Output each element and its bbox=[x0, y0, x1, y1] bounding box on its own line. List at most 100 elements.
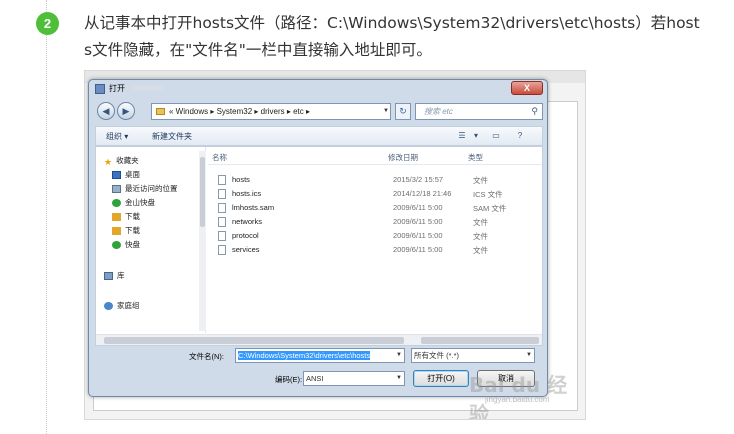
sidebar-item-download-2[interactable]: 下载 bbox=[112, 225, 140, 236]
filename-value: C:\Windows\System32\drivers\etc\hosts bbox=[238, 351, 371, 360]
horizontal-scrollbar[interactable] bbox=[96, 334, 542, 345]
view-options-icon[interactable]: ☰ bbox=[456, 130, 468, 141]
step-instruction: 从记事本中打开hosts文件（路径：C:\Windows\System32\dr… bbox=[84, 10, 724, 64]
back-button[interactable]: ◀ bbox=[97, 102, 115, 120]
file-icon bbox=[218, 245, 226, 255]
scrollbar-thumb[interactable] bbox=[421, 337, 539, 344]
sidebar-item-kuaipan[interactable]: 金山快盘 bbox=[112, 197, 155, 208]
file-date: 2009/6/11 5:00 bbox=[393, 231, 443, 240]
preview-pane-icon[interactable]: ▭ bbox=[490, 130, 502, 141]
file-icon bbox=[218, 231, 226, 241]
file-type: 文件 bbox=[473, 176, 488, 185]
file-row[interactable]: hosts.ics 2014/12/18 21:46 ICS 文件 bbox=[208, 188, 542, 201]
chevron-down-icon[interactable]: ▼ bbox=[524, 349, 534, 362]
filename-label: 文件名(N): bbox=[189, 352, 224, 361]
encoding-label: 编码(E): bbox=[275, 375, 303, 384]
column-header-divider bbox=[208, 164, 542, 165]
sidebar-item-kuaipan-2[interactable]: 快盘 bbox=[112, 239, 140, 250]
help-icon[interactable]: ? bbox=[514, 130, 526, 141]
kuaipan-icon bbox=[112, 241, 121, 250]
column-header-type[interactable]: 类型 bbox=[468, 152, 483, 163]
file-icon bbox=[218, 203, 226, 213]
search-icon[interactable]: ⚲ bbox=[531, 104, 538, 119]
refresh-button[interactable]: ↻ bbox=[395, 103, 411, 120]
file-date: 2009/6/11 5:00 bbox=[393, 245, 443, 254]
search-input[interactable]: 搜索 etc ⚲ bbox=[415, 103, 543, 120]
navigation-pane: ★ 收藏夹 桌面 最近访问的位置 金山快盘 下载 下载 快盘 库 家庭组 bbox=[96, 147, 206, 333]
sidebar-item-library[interactable]: 库 bbox=[104, 270, 125, 281]
file-date: 2009/6/11 5:00 bbox=[393, 203, 443, 212]
step-number-badge: 2 bbox=[36, 12, 59, 35]
open-file-dialog: 打开 X ◀ ▶ « Windows ▸ System32 ▸ drivers … bbox=[88, 79, 548, 397]
star-icon: ★ bbox=[104, 157, 113, 168]
sidebar-item-favorites[interactable]: ★ 收藏夹 bbox=[104, 155, 139, 168]
file-row[interactable]: networks 2009/6/11 5:00 文件 bbox=[208, 216, 542, 229]
download-icon bbox=[112, 213, 121, 222]
dialog-titlebar: 打开 X bbox=[89, 80, 547, 98]
embedded-screenshot: 打开 X ◀ ▶ « Windows ▸ System32 ▸ drivers … bbox=[84, 70, 586, 420]
organize-button[interactable]: 组织 ▾ bbox=[106, 131, 128, 142]
folder-icon bbox=[156, 108, 165, 116]
file-name: lmhosts.sam bbox=[232, 203, 275, 212]
command-toolbar: 组织 ▾ 新建文件夹 ☰ ▾ ▭ ? bbox=[95, 126, 543, 146]
forward-button[interactable]: ▶ bbox=[117, 102, 135, 120]
file-type: 文件 bbox=[473, 246, 488, 255]
file-date: 2014/12/18 21:46 bbox=[393, 189, 452, 198]
scrollbar-thumb[interactable] bbox=[200, 157, 205, 227]
file-date: 2015/3/2 15:57 bbox=[393, 175, 444, 184]
file-row[interactable]: lmhosts.sam 2009/6/11 5:00 SAM 文件 bbox=[208, 202, 542, 215]
breadcrumb: « Windows ▸ System32 ▸ drivers ▸ etc ▸ bbox=[169, 107, 310, 116]
homegroup-icon bbox=[104, 302, 113, 311]
encoding-select[interactable]: ANSI ▼ bbox=[303, 371, 405, 386]
filetype-value: 所有文件 (*.*) bbox=[414, 351, 459, 360]
filename-field[interactable]: C:\Windows\System32\drivers\etc\hosts ▼ bbox=[235, 348, 405, 363]
step-connector-line bbox=[46, 0, 47, 434]
new-folder-button[interactable]: 新建文件夹 bbox=[152, 131, 192, 142]
file-icon bbox=[218, 175, 226, 185]
column-header-date[interactable]: 修改日期 bbox=[388, 152, 418, 163]
sidebar-item-homegroup[interactable]: 家庭组 bbox=[104, 300, 140, 311]
file-row[interactable]: services 2009/6/11 5:00 文件 bbox=[208, 244, 542, 257]
column-header-name[interactable]: 名称 bbox=[212, 152, 227, 163]
file-name: protocol bbox=[232, 231, 259, 240]
chevron-down-icon[interactable]: ▼ bbox=[394, 349, 404, 362]
file-name: services bbox=[232, 245, 260, 254]
library-icon bbox=[104, 272, 113, 281]
browser-area: ★ 收藏夹 桌面 最近访问的位置 金山快盘 下载 下载 快盘 库 家庭组 名称 … bbox=[95, 146, 543, 346]
file-name: networks bbox=[232, 217, 263, 226]
dialog-title: 打开 bbox=[109, 84, 125, 93]
step-text-line-2: s文件隐藏，在"文件名"一栏中直接输入地址即可。 bbox=[84, 41, 432, 59]
file-date: 2009/6/11 5:00 bbox=[393, 217, 443, 226]
file-name: hosts bbox=[232, 175, 250, 184]
navigation-scrollbar[interactable] bbox=[199, 151, 206, 331]
open-button[interactable]: 打开(O) bbox=[413, 370, 469, 387]
view-dropdown-icon[interactable]: ▾ bbox=[470, 130, 482, 141]
encoding-value: ANSI bbox=[306, 374, 324, 383]
file-row[interactable]: hosts 2015/3/2 15:57 文件 bbox=[208, 174, 542, 187]
file-type: 文件 bbox=[473, 232, 488, 241]
address-bar[interactable]: « Windows ▸ System32 ▸ drivers ▸ etc ▸ bbox=[151, 103, 391, 120]
file-type: SAM 文件 bbox=[473, 204, 507, 213]
desktop-icon bbox=[112, 171, 121, 180]
sidebar-item-recent-places[interactable]: 最近访问的位置 bbox=[112, 183, 178, 194]
scrollbar-thumb[interactable] bbox=[104, 337, 404, 344]
filetype-select[interactable]: 所有文件 (*.*) ▼ bbox=[411, 348, 535, 363]
file-row[interactable]: protocol 2009/6/11 5:00 文件 bbox=[208, 230, 542, 243]
sidebar-item-desktop[interactable]: 桌面 bbox=[112, 169, 140, 180]
sidebar-item-download-1[interactable]: 下载 bbox=[112, 211, 140, 222]
watermark-url: jingyan.baidu.com bbox=[485, 395, 550, 404]
chevron-down-icon[interactable]: ▼ bbox=[394, 372, 404, 385]
file-icon bbox=[218, 189, 226, 199]
file-list-pane: 名称 修改日期 类型 hosts 2015/3/2 15:57 文件 hosts… bbox=[208, 147, 542, 333]
close-button[interactable]: X bbox=[511, 81, 543, 95]
file-icon bbox=[218, 217, 226, 227]
file-type: 文件 bbox=[473, 218, 488, 227]
search-placeholder: 搜索 etc bbox=[424, 107, 453, 116]
address-dropdown-icon[interactable]: ▼ bbox=[381, 103, 391, 120]
navigation-bar: ◀ ▶ « Windows ▸ System32 ▸ drivers ▸ etc… bbox=[89, 98, 547, 124]
file-type: ICS 文件 bbox=[473, 190, 503, 199]
kuaipan-icon bbox=[112, 199, 121, 208]
step-text-line-1: 从记事本中打开hosts文件（路径：C:\Windows\System32\dr… bbox=[84, 14, 700, 32]
download-icon bbox=[112, 227, 121, 236]
notepad-icon bbox=[95, 84, 105, 94]
